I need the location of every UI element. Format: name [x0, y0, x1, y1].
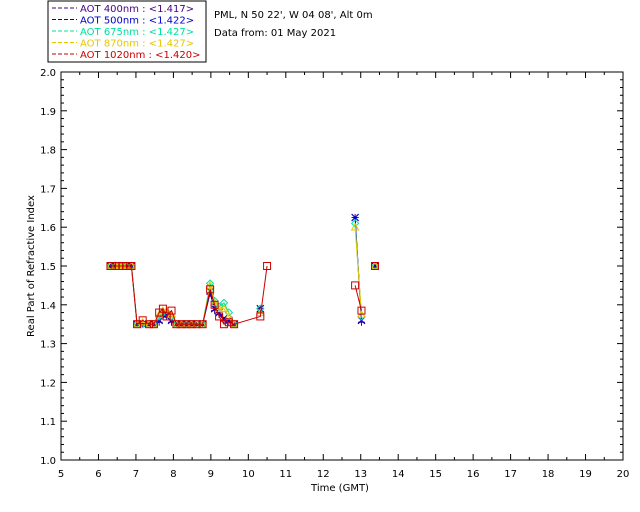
series-2 — [106, 213, 379, 329]
y-tick-label: 1.2 — [40, 378, 56, 389]
y-tick-label: 2.0 — [40, 68, 56, 79]
x-tick-label: 8 — [170, 469, 176, 480]
series-line — [354, 227, 362, 315]
x-tick-label: 19 — [579, 469, 592, 480]
x-axis-label: Time (GMT) — [310, 483, 369, 494]
axes: 5 6 7 8 9 10 11 12 13 14 15 16 17 18 19 20 1.0 1.1 1.2 1.3 1… — [40, 68, 629, 480]
series-1 — [106, 214, 379, 328]
y-tick-label: 1.6 — [40, 223, 56, 234]
y-tick-label: 1.0 — [40, 456, 56, 467]
legend-label: AOT 500nm : <1.422> — [80, 16, 194, 27]
x-tick-label: 20 — [617, 469, 630, 480]
y-tick-label: 1.5 — [40, 262, 56, 273]
legend-label: AOT 400nm : <1.417> — [80, 4, 194, 15]
y-tick-label: 1.4 — [40, 301, 56, 312]
plot-frame — [60, 71, 624, 461]
legend-label: AOT 1020nm : <1.420> — [80, 50, 200, 61]
y-tick-label: 1.3 — [40, 340, 56, 351]
x-tick-label: 15 — [429, 469, 442, 480]
y-tick-label: 1.7 — [40, 184, 56, 195]
y-tick-label: 1.8 — [40, 146, 56, 157]
legend-label: AOT 870nm : <1.427> — [80, 39, 194, 50]
refractive-index-chart: AOT 400nm : <1.417>AOT 500nm : <1.422>AO… — [26, 0, 629, 494]
legend: AOT 400nm : <1.417>AOT 500nm : <1.422>AO… — [47, 0, 207, 63]
y-tick-label: 1.9 — [40, 107, 56, 118]
x-tick-label: 17 — [504, 469, 517, 480]
x-tick-label: 11 — [279, 469, 292, 480]
x-tick-label: 13 — [354, 469, 367, 480]
x-tick-label: 18 — [542, 469, 555, 480]
x-tick-label: 9 — [208, 469, 214, 480]
series-4 — [106, 222, 380, 328]
series-3 — [106, 219, 380, 329]
x-tick-label: 10 — [242, 469, 255, 480]
y-axis-label: Real Part of Refractive Index — [26, 195, 37, 337]
series-5 — [106, 262, 379, 329]
x-tick-label: 6 — [95, 469, 101, 480]
x-tick-label: 5 — [58, 469, 64, 480]
y-tick-label: 1.1 — [40, 417, 56, 428]
x-tick-label: 7 — [133, 469, 139, 480]
series-line — [110, 265, 268, 326]
x-tick-label: 12 — [317, 469, 330, 480]
legend-label: AOT 675nm : <1.427> — [80, 27, 194, 38]
x-tick-label: 16 — [467, 469, 480, 480]
series-layer — [106, 213, 380, 329]
site-info: PML, N 50 22', W 04 08', Alt 0m — [214, 10, 373, 21]
x-tick-label: 14 — [392, 469, 405, 480]
date-info: Data from: 01 May 2021 — [214, 28, 336, 39]
